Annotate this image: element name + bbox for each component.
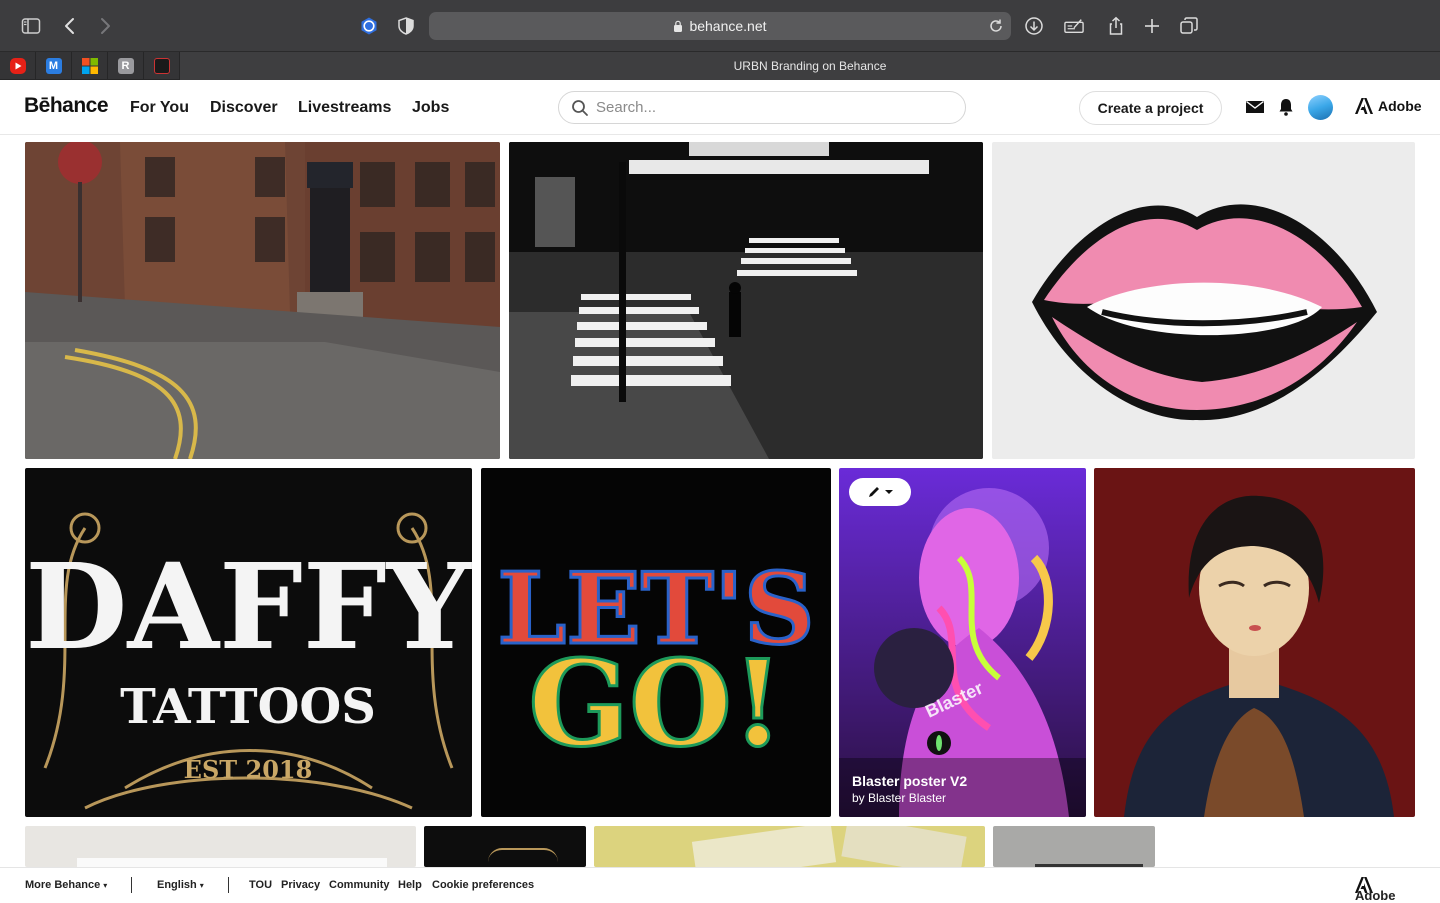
chevron-down-icon [885, 490, 893, 494]
project-card-lips-illustration[interactable] [992, 142, 1415, 459]
search-icon [572, 99, 588, 116]
address-bar[interactable]: behance.net [429, 12, 1011, 40]
lock-icon [674, 20, 683, 32]
more-behance-menu[interactable]: More Behance ▾ [25, 879, 107, 891]
downloads-icon[interactable] [1022, 14, 1046, 38]
footer-link-cookie-preferences[interactable]: Cookie preferences [432, 879, 534, 891]
adobe-link[interactable]: Adobe [1355, 98, 1422, 114]
crosswalk-photo-image [509, 142, 983, 459]
site-header: Bēhance For You Discover Livestreams Job… [0, 80, 1440, 135]
go-text: GO! [528, 634, 783, 773]
row3-card-3-paper-2 [841, 826, 967, 867]
project-card-portrait[interactable] [1094, 468, 1415, 817]
create-project-button[interactable]: Create a project [1079, 91, 1222, 125]
nav-for-you[interactable]: For You [130, 99, 189, 117]
site-footer: More Behance ▾ English ▾ TOU Privacy Com… [0, 867, 1440, 903]
footer-divider [131, 877, 132, 893]
browser-toolbar: behance.net [0, 0, 1440, 52]
lips-illustration-image [992, 142, 1415, 459]
nav-livestreams[interactable]: Livestreams [298, 99, 391, 117]
reading-list-icon[interactable] [1062, 14, 1086, 38]
project-card-crosswalk-photo[interactable] [509, 142, 983, 459]
tab-bar: M R URBN Branding on Behance [0, 52, 1440, 80]
project-card-row3-1[interactable] [25, 826, 416, 867]
chevron-down-icon: ▾ [199, 881, 204, 890]
pencil-icon [869, 487, 879, 497]
project-card-blaster-poster[interactable]: Blaster Blaster poster V2 by Blaster Bla… [839, 468, 1086, 817]
street-photo-image [25, 142, 500, 459]
project-card-row3-2[interactable] [424, 826, 586, 867]
footer-link-privacy[interactable]: Privacy [281, 879, 320, 891]
project-card-row3-4[interactable] [993, 826, 1155, 867]
tab-title-text: URBN Branding on Behance [733, 59, 887, 73]
row3-card-2-ornament [488, 848, 558, 862]
footer-link-tou[interactable]: TOU [249, 879, 272, 891]
project-card-row3-3[interactable] [594, 826, 985, 867]
search-input[interactable] [596, 99, 936, 116]
chevron-down-icon: ▾ [103, 881, 108, 890]
avatar[interactable] [1308, 95, 1333, 120]
share-icon[interactable] [1104, 14, 1128, 38]
project-card-lets-go[interactable]: LET'S GO! [481, 468, 831, 817]
row3-card-1-shape [77, 858, 240, 867]
more-behance-label: More Behance [25, 879, 101, 891]
edit-options-button[interactable] [849, 478, 911, 506]
daffy-tattoos-image: DAFFY TATTOOS EST 2018 [25, 468, 472, 817]
url-text: behance.net [689, 18, 767, 34]
youtube-icon [9, 58, 26, 74]
r-app-icon: R [117, 58, 134, 74]
est-2018-text: EST 2018 [184, 755, 313, 784]
reload-icon[interactable] [987, 17, 1005, 35]
notifications-bell-icon[interactable] [1276, 97, 1296, 117]
mail-icon[interactable] [1245, 97, 1265, 117]
tattoos-text: TATTOOS [120, 679, 376, 735]
extension-hexagon-icon[interactable] [357, 14, 381, 38]
project-caption: Blaster poster V2 by Blaster Blaster [852, 773, 967, 805]
pinned-tab-mamv[interactable] [144, 52, 180, 80]
forward-icon[interactable] [93, 14, 117, 38]
back-icon[interactable] [58, 14, 82, 38]
behance-logo[interactable]: Bēhance [24, 94, 109, 118]
sidebar-toggle-icon[interactable] [19, 14, 43, 38]
daffy-text: DAFFY [25, 537, 472, 676]
project-title[interactable]: Blaster poster V2 [852, 773, 967, 789]
active-tab[interactable]: URBN Branding on Behance [180, 52, 1440, 80]
project-card-street-photo[interactable] [25, 142, 500, 459]
footer-divider [228, 877, 229, 893]
pinned-tab-r[interactable]: R [108, 52, 144, 80]
footer-link-community[interactable]: Community [329, 879, 390, 891]
blaster-poster-image: Blaster [839, 468, 1086, 817]
footer-adobe-link[interactable]: Adobe [1355, 877, 1395, 903]
mamv-icon [153, 58, 170, 74]
row3-card-1-shape-2 [225, 858, 387, 867]
privacy-shield-icon[interactable] [394, 14, 418, 38]
tab-overview-icon[interactable] [1177, 14, 1201, 38]
language-label: English [157, 879, 197, 891]
m-app-icon: M [45, 58, 62, 74]
nav-discover[interactable]: Discover [210, 99, 278, 117]
lets-go-image: LET'S GO! [481, 468, 831, 817]
nav-jobs[interactable]: Jobs [412, 99, 449, 117]
project-card-daffy-tattoos[interactable]: DAFFY TATTOOS EST 2018 [25, 468, 472, 817]
adobe-label: Adobe [1378, 98, 1422, 114]
search-box[interactable] [558, 91, 966, 124]
adobe-logo-icon [1355, 98, 1373, 114]
pinned-tab-youtube[interactable] [0, 52, 36, 80]
footer-adobe-label: Adobe [1355, 888, 1396, 903]
language-selector[interactable]: English ▾ [157, 879, 204, 891]
portrait-illustration-image [1094, 468, 1415, 817]
footer-link-help[interactable]: Help [398, 879, 422, 891]
microsoft-icon [81, 58, 98, 74]
project-owner[interactable]: by Blaster Blaster [852, 791, 967, 805]
pinned-tab-m[interactable]: M [36, 52, 72, 80]
row3-card-3-paper [691, 826, 837, 867]
new-tab-icon[interactable] [1140, 14, 1164, 38]
pinned-tab-microsoft[interactable] [72, 52, 108, 80]
